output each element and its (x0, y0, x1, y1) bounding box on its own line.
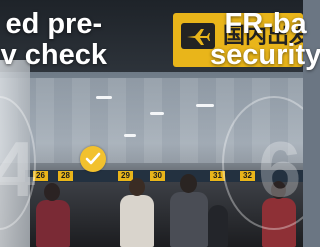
ceiling-light (96, 96, 112, 99)
ceiling-light (124, 134, 136, 137)
traveler (170, 192, 208, 247)
traveler-head (180, 174, 197, 193)
traveler (208, 205, 228, 247)
caption-right-line1: FR-ba (224, 8, 307, 40)
ceiling-light (196, 104, 214, 107)
gate-number: 28 (58, 171, 73, 181)
caption-left: ed pre- v check (1, 9, 107, 71)
ceiling-light (150, 112, 164, 115)
gate-number: 30 (150, 171, 165, 181)
caption-left-line2: v check (0, 39, 107, 71)
traveler (36, 200, 70, 247)
caption-right-line2: security (210, 39, 320, 71)
traveler-head (129, 178, 145, 196)
caption-right: FR-ba security (210, 9, 320, 71)
caption-left-line1: ed pre- (5, 8, 103, 40)
check-icon (85, 152, 101, 165)
checkmark-badge (80, 146, 106, 172)
traveler (120, 195, 154, 247)
traveler-head (44, 183, 60, 201)
